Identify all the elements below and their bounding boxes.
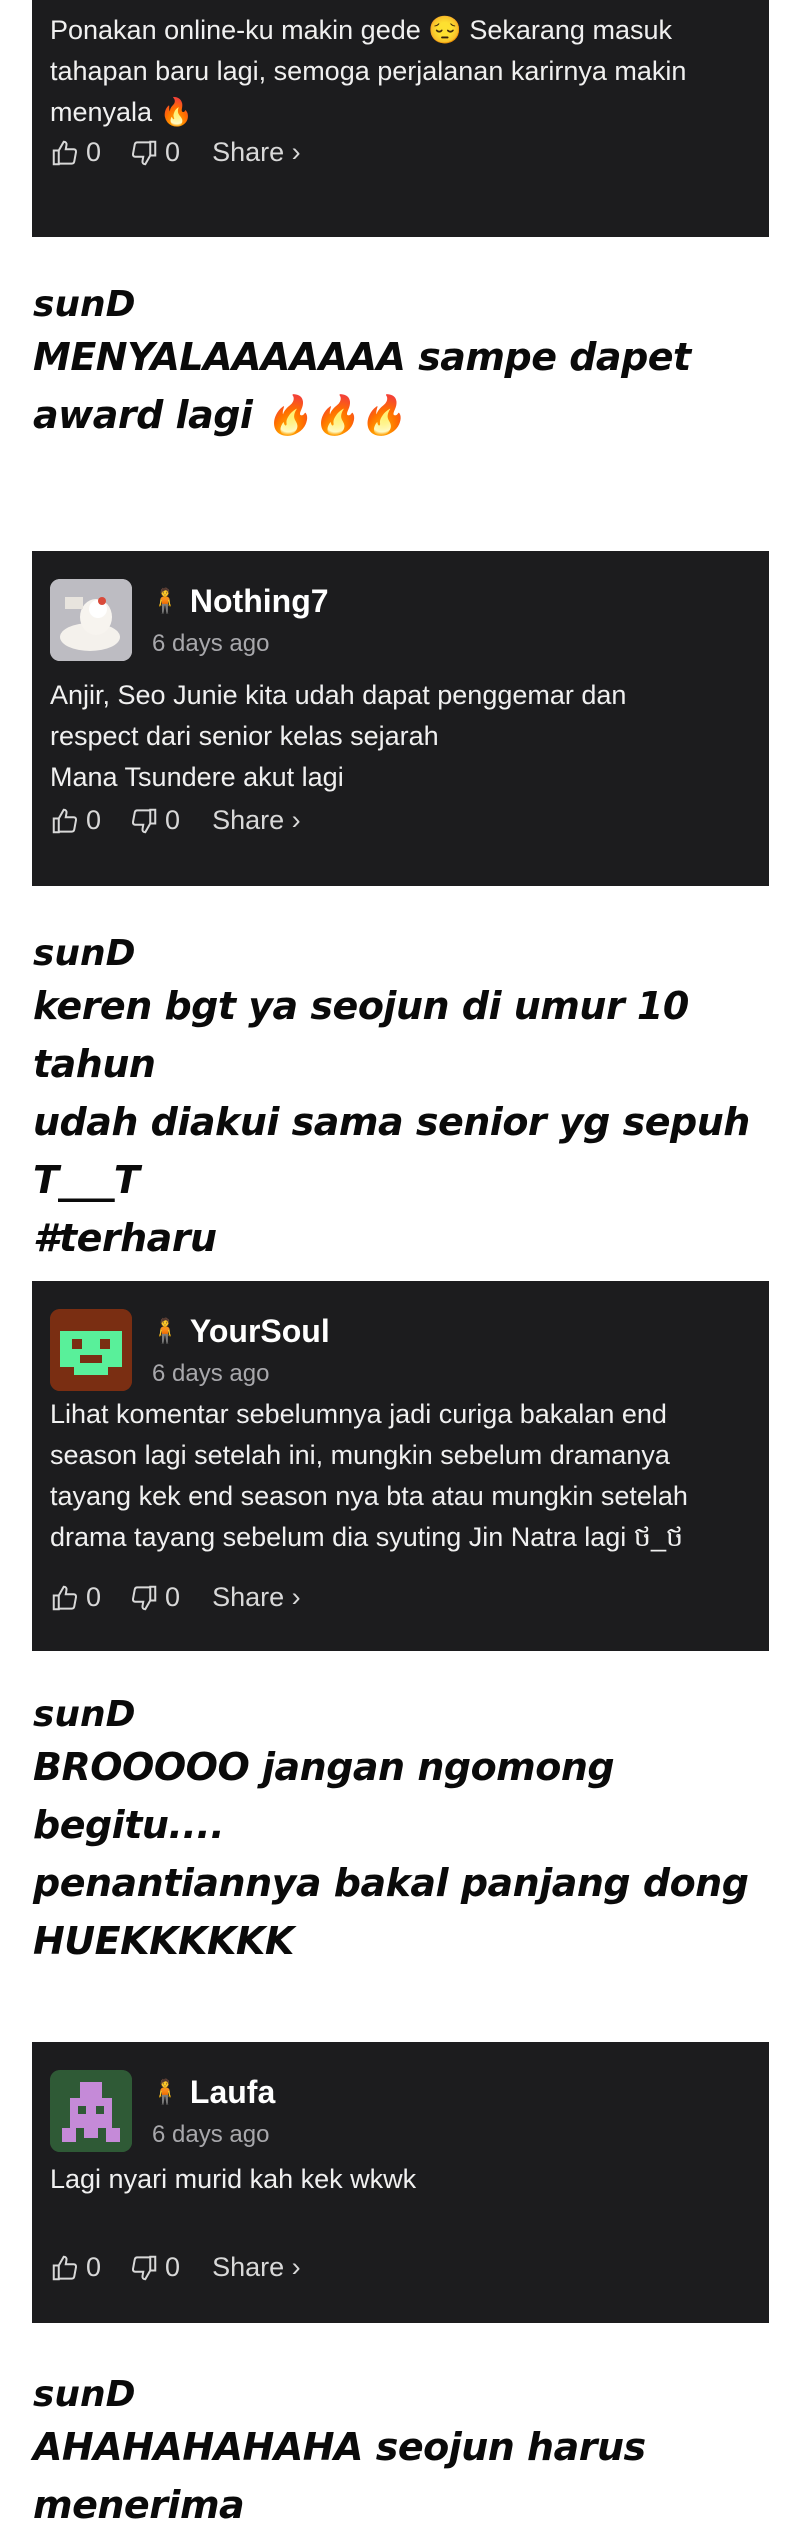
dislike-button[interactable]: 0 — [129, 137, 180, 168]
thumbs-up-icon — [52, 808, 78, 833]
reply-author: sunD — [33, 1694, 136, 1735]
reply-block: sunD AHAHAHAHAHA seojun harus menerima — [33, 2372, 763, 2534]
dislike-button[interactable]: 0 — [129, 1582, 180, 1613]
avatar-image — [50, 579, 132, 661]
thumbs-up-icon — [52, 2255, 78, 2280]
reply-author: sunD — [33, 933, 136, 974]
share-button[interactable]: Share › — [212, 805, 301, 836]
timestamp: 6 days ago — [152, 1360, 270, 1387]
comment-actions: 0 0 Share › — [50, 2252, 301, 2283]
like-count: 0 — [86, 805, 102, 835]
reply-block: sunD MENYALAAAAAAA sampe dapet award lag… — [33, 282, 763, 444]
thumbs-up-icon — [52, 140, 78, 165]
person-icon: 🧍 — [150, 588, 180, 615]
comment-line: Anjir, Seo Junie kita udah dapat penggem… — [50, 680, 627, 710]
username[interactable]: 🧍 Laufa — [150, 2074, 275, 2111]
comment-text: Ponakan online-ku makin gede 😔 Sekarang … — [50, 15, 687, 127]
reply-line: HUEKKKKKK — [33, 1919, 294, 1963]
dislike-count: 0 — [165, 2252, 181, 2282]
reply-line: #terharu — [33, 1216, 217, 1260]
person-icon: 🧍 — [150, 1318, 180, 1345]
username[interactable]: 🧍 YourSoul — [150, 1313, 330, 1350]
timestamp: 6 days ago — [152, 630, 270, 657]
reply-author: sunD — [33, 284, 136, 325]
avatar-image — [50, 1309, 132, 1391]
like-count: 0 — [86, 137, 102, 167]
like-button[interactable]: 0 — [50, 137, 101, 168]
share-button[interactable]: Share › — [212, 2252, 301, 2283]
timestamp: 6 days ago — [152, 2121, 270, 2148]
share-button[interactable]: Share › — [212, 1582, 301, 1613]
dislike-count: 0 — [165, 1582, 181, 1612]
dislike-button[interactable]: 0 — [129, 805, 180, 836]
reply-line: AHAHAHAHAHA seojun harus menerima — [33, 2425, 646, 2527]
dislike-count: 0 — [165, 137, 181, 167]
username[interactable]: 🧍 Nothing7 — [150, 583, 329, 620]
comment-line: Mana Tsundere akut lagi — [50, 762, 344, 792]
comment-text: Anjir, Seo Junie kita udah dapat penggem… — [50, 675, 739, 798]
username-text: YourSoul — [189, 1313, 330, 1349]
thumbs-down-icon — [131, 140, 157, 165]
avatar-image — [50, 2070, 132, 2152]
comment-card: 🧍 Nothing7 6 days ago Anjir, Seo Junie k… — [32, 551, 769, 886]
reply-line: keren bgt ya seojun di umur 10 tahun — [33, 984, 689, 1086]
comment-card: 🧍 Laufa 6 days ago Lagi nyari murid kah … — [32, 2042, 769, 2323]
reply-line: udah diakui sama senior yg sepuh T___T — [33, 1100, 750, 1202]
thumbs-down-icon — [131, 808, 157, 833]
thumbs-down-icon — [131, 2255, 157, 2280]
comment-text: Lihat komentar sebelumnya jadi curiga ba… — [50, 1399, 688, 1552]
share-button[interactable]: Share › — [212, 137, 301, 168]
comment-actions: 0 0 Share › — [50, 1582, 301, 1613]
reply-line: award lagi 🔥🔥🔥 — [33, 393, 406, 437]
avatar[interactable] — [50, 1309, 132, 1391]
comment-card: 🧍 YourSoul 6 days ago Lihat komentar seb… — [32, 1281, 769, 1651]
reply-line: penantiannya bakal panjang dong — [33, 1861, 749, 1905]
comment-card: Ponakan online-ku makin gede 😔 Sekarang … — [32, 0, 769, 237]
like-count: 0 — [86, 1582, 102, 1612]
comment-actions: 0 0 Share › — [50, 805, 301, 836]
username-text: Nothing7 — [189, 583, 329, 619]
like-count: 0 — [86, 2252, 102, 2282]
reply-block: sunD keren bgt ya seojun di umur 10 tahu… — [33, 931, 763, 1267]
avatar[interactable] — [50, 579, 132, 661]
avatar[interactable] — [50, 2070, 132, 2152]
reply-line: BROOOOO jangan ngomong begitu.... — [33, 1745, 615, 1847]
like-button[interactable]: 0 — [50, 805, 101, 836]
dislike-button[interactable]: 0 — [129, 2252, 180, 2283]
comment-text: Lagi nyari murid kah kek wkwk — [50, 2164, 417, 2194]
comment-line: respect dari senior kelas sejarah — [50, 721, 439, 751]
thumbs-up-icon — [52, 1585, 78, 1610]
person-icon: 🧍 — [150, 2079, 180, 2106]
like-button[interactable]: 0 — [50, 1582, 101, 1613]
reply-line: MENYALAAAAAAA sampe dapet — [33, 335, 691, 379]
comment-actions: 0 0 Share › — [50, 137, 301, 168]
like-button[interactable]: 0 — [50, 2252, 101, 2283]
thumbs-down-icon — [131, 1585, 157, 1610]
dislike-count: 0 — [165, 805, 181, 835]
reply-author: sunD — [33, 2374, 136, 2415]
username-text: Laufa — [189, 2074, 276, 2110]
reply-block: sunD BROOOOO jangan ngomong begitu.... p… — [33, 1692, 763, 1970]
